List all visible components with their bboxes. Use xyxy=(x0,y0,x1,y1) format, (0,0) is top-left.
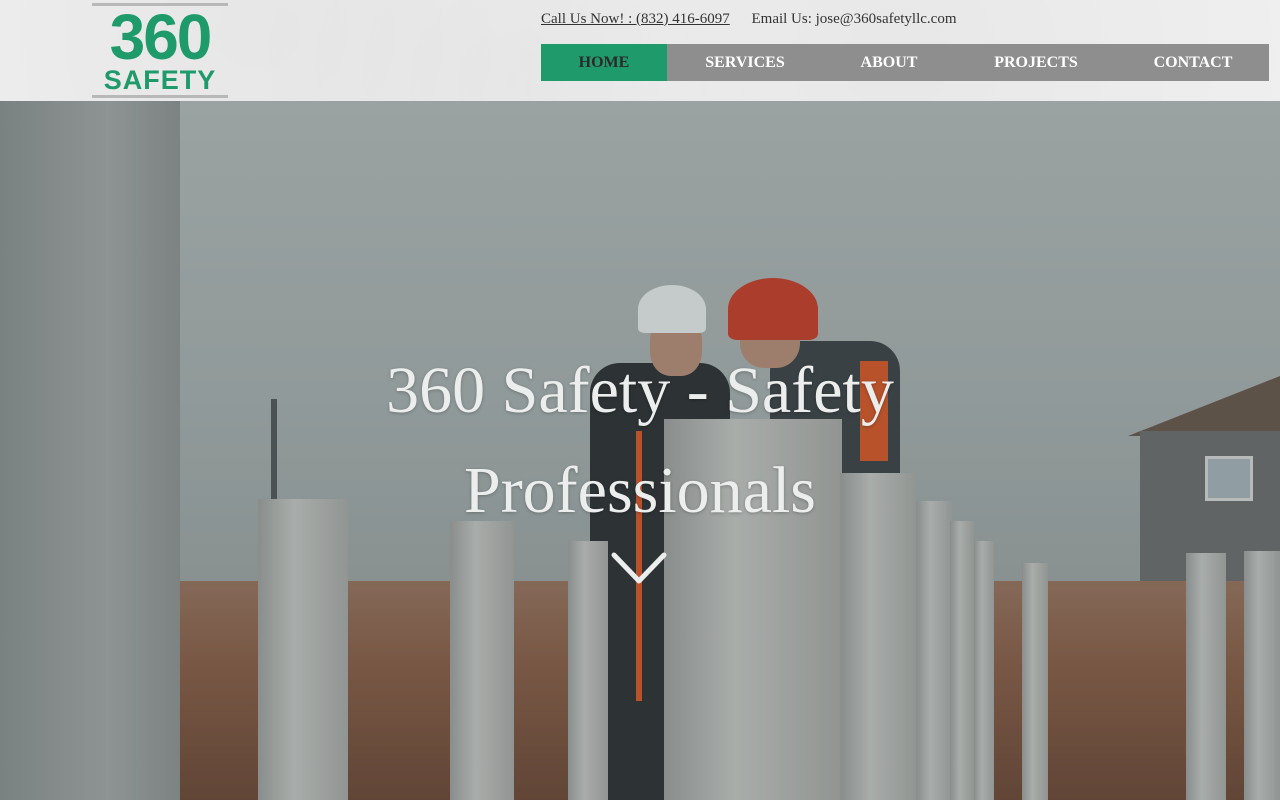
nav-services[interactable]: SERVICES xyxy=(667,44,823,81)
hero-title-line1: 360 Safety - Safety xyxy=(386,354,894,427)
nav-home[interactable]: HOME xyxy=(541,44,667,81)
site-header: 360 SAFETY Call Us Now! : (832) 416-6097… xyxy=(0,0,1280,101)
chevron-down-icon[interactable] xyxy=(611,552,667,586)
phone-link[interactable]: Call Us Now! : (832) 416-6097 xyxy=(541,11,730,27)
nav-about[interactable]: ABOUT xyxy=(823,44,955,81)
email-text: Email Us: jose@360safetyllc.com xyxy=(751,11,957,27)
logo-number: 360 xyxy=(109,1,213,73)
nav-contact[interactable]: CONTACT xyxy=(1117,44,1269,81)
main-nav: HOME SERVICES ABOUT PROJECTS CONTACT xyxy=(541,44,1269,81)
hero-section: 360 Safety - Safety Professionals xyxy=(0,101,1280,800)
contact-bar: Call Us Now! : (832) 416-6097 Email Us: … xyxy=(541,11,957,28)
nav-projects[interactable]: PROJECTS xyxy=(955,44,1117,81)
hero-title-line2: Professionals xyxy=(464,454,816,527)
logo[interactable]: 360 SAFETY xyxy=(92,3,228,98)
logo-word: SAFETY xyxy=(103,65,217,95)
hero-title: 360 Safety - Safety Professionals xyxy=(340,341,940,541)
